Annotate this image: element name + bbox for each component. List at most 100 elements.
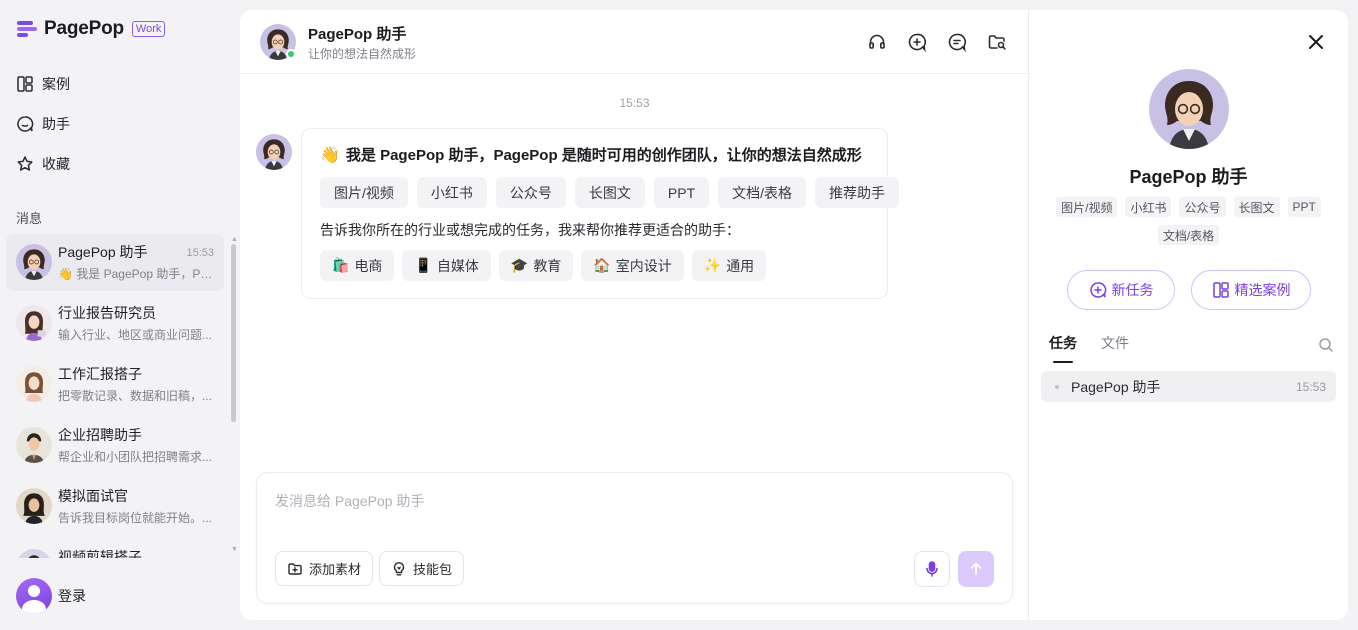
sidebar: PagePop Work 案例 助手 收藏 消息 PagePop 助手 15:5… — [0, 0, 240, 630]
task-name: PagePop 助手 — [1071, 378, 1161, 395]
headset-icon[interactable] — [865, 30, 889, 54]
industry-general[interactable]: ✨ 通用 — [691, 250, 767, 281]
conversation-name: 模拟面试官 — [58, 488, 128, 504]
login-button[interactable]: 登录 — [16, 578, 86, 614]
conversation-preview: 输入行业、地区或商业问题... — [58, 328, 213, 342]
conversation-name: 行业报告研究员 — [58, 305, 156, 321]
shopping-bags-icon: 🛍️ — [332, 257, 350, 273]
mobile-phone-icon: 📱 — [414, 257, 432, 273]
skill-pack-button[interactable]: 技能包 — [379, 551, 465, 586]
avatar — [16, 488, 52, 524]
message-composer: 添加素材 技能包 — [256, 472, 1013, 604]
chip-images-videos[interactable]: 图片/视频 — [320, 177, 408, 208]
chat-history-icon[interactable] — [945, 30, 969, 54]
industry-chips: 🛍️ 电商 📱 自媒体 🎓 教育 🏠 室内设计 ✨ 通用 — [320, 250, 869, 281]
tag: PPT — [1287, 197, 1321, 217]
conversation-preview: 告诉我目标岗位就能开始。... — [58, 511, 213, 525]
assistant-detail-panel: PagePop 助手 图片/视频 小红书 公众号 长图文 PPT 文档/表格 新… — [1029, 10, 1348, 620]
brand-name: PagePop — [44, 18, 124, 39]
tag: 文档/表格 — [1157, 225, 1220, 245]
conversation-scrollbar[interactable] — [231, 244, 236, 422]
add-material-button[interactable]: 添加素材 — [275, 551, 374, 586]
folder-search-icon[interactable] — [985, 30, 1009, 54]
folder-add-icon — [287, 561, 303, 577]
tab-files[interactable]: 文件 — [1101, 333, 1129, 363]
assistant-message: 👋 我是 PagePop 助手，PagePop 是随时可用的创作团队，让你的想法… — [301, 128, 900, 299]
conversation-item[interactable]: 视频剪辑搭子 — [6, 539, 224, 558]
featured-cases-label: 精选案例 — [1234, 282, 1291, 298]
online-status-dot — [286, 49, 296, 59]
tag: 小红书 — [1125, 197, 1172, 217]
nav-item-cases[interactable]: 案例 — [16, 72, 70, 96]
avatar — [16, 305, 52, 341]
industry-self-media[interactable]: 📱 自媒体 — [402, 250, 491, 281]
layout-icon — [1212, 281, 1230, 299]
close-icon[interactable] — [1306, 32, 1326, 52]
conversation-item[interactable]: 企业招聘助手 帮企业和小团队把招聘需求... — [6, 417, 224, 474]
tag: 长图文 — [1233, 197, 1280, 217]
new-chat-icon[interactable] — [905, 30, 929, 54]
tab-tasks[interactable]: 任务 — [1049, 333, 1077, 363]
sparkles-icon: ✨ — [703, 257, 722, 273]
avatar — [16, 427, 52, 463]
avatar — [16, 549, 52, 558]
nav-item-assistant[interactable]: 助手 — [16, 112, 70, 136]
conversation-list: PagePop 助手 15:53 👋 我是 PagePop 助手，PagePop… — [6, 234, 224, 558]
conversation-item[interactable]: 模拟面试官 告诉我目标岗位就能开始。... — [6, 478, 224, 535]
industry-label: 通用 — [726, 257, 755, 274]
user-avatar-icon — [16, 578, 52, 614]
layout-icon — [16, 75, 34, 93]
assistant-icon — [16, 115, 34, 133]
add-chat-icon — [1089, 281, 1107, 299]
brand[interactable]: PagePop Work — [16, 18, 166, 40]
microphone-icon — [923, 560, 941, 578]
skill-pack-label: 技能包 — [413, 562, 453, 577]
chat-title: PagePop 助手 — [308, 26, 407, 43]
new-task-label: 新任务 — [1111, 282, 1154, 298]
tag: 图片/视频 — [1056, 197, 1118, 217]
messages-heading: 消息 — [16, 211, 43, 226]
avatar — [16, 366, 52, 402]
industry-interior-design[interactable]: 🏠 室内设计 — [581, 250, 684, 281]
nav-item-favorites[interactable]: 收藏 — [16, 152, 70, 176]
chip-ppt[interactable]: PPT — [653, 177, 710, 208]
featured-cases-button[interactable]: 精选案例 — [1191, 270, 1311, 310]
chip-recommend-assistant[interactable]: 推荐助手 — [815, 177, 900, 208]
assistant-avatar — [1149, 69, 1229, 149]
scroll-down-icon[interactable]: ▼ — [231, 546, 238, 553]
waving-hand-icon: 👋 — [320, 146, 340, 164]
chat-subtitle: 让你的想法自然成形 — [308, 47, 417, 61]
message-timestamp: 15:53 — [619, 96, 650, 110]
greeting-message: 我是 PagePop 助手，PagePop 是随时可用的创作团队，让你的想法自然… — [345, 147, 862, 164]
conversation-preview: 帮企业和小团队把招聘需求... — [58, 450, 213, 464]
industry-label: 自媒体 — [436, 257, 479, 274]
conversation-item[interactable]: 行业报告研究员 输入行业、地区或商业问题... — [6, 295, 224, 352]
greeting-text: 👋 我是 PagePop 助手，PagePop 是随时可用的创作团队，让你的想法… — [320, 144, 869, 165]
task-item[interactable]: PagePop 助手 15:53 — [1041, 371, 1336, 402]
conversation-item[interactable]: PagePop 助手 15:53 👋 我是 PagePop 助手，PagePop… — [6, 234, 224, 291]
login-label: 登录 — [58, 588, 86, 604]
conversation-item[interactable]: 工作汇报搭子 把零散记录、数据和旧稿，... — [6, 356, 224, 413]
conversation-preview: 把零散记录、数据和旧稿，... — [58, 389, 213, 403]
search-icon[interactable] — [1318, 337, 1334, 353]
scroll-up-icon[interactable]: ▲ — [231, 236, 238, 243]
chip-docs-sheets[interactable]: 文档/表格 — [718, 177, 807, 208]
industry-label: 电商 — [354, 257, 383, 274]
industry-label: 教育 — [533, 257, 562, 274]
new-task-button[interactable]: 新任务 — [1067, 270, 1175, 310]
conversation-preview: 👋 我是 PagePop 助手，PagePop 是随时可用的创作团队 — [58, 267, 214, 281]
recommend-hint: 告诉我你所在的行业或想完成的任务，我来帮你推荐更适合的助手： — [320, 222, 740, 238]
voice-input-button[interactable] — [914, 551, 950, 587]
chip-long-article[interactable]: 长图文 — [574, 177, 645, 208]
conversation-name: 工作汇报搭子 — [58, 366, 142, 382]
nav-label: 案例 — [42, 76, 70, 92]
industry-education[interactable]: 🎓 教育 — [498, 250, 574, 281]
send-button[interactable] — [958, 551, 994, 587]
chip-xiaohongshu[interactable]: 小红书 — [416, 177, 487, 208]
graduation-cap-icon: 🎓 — [510, 257, 529, 273]
message-input[interactable] — [275, 493, 975, 509]
chip-wechat-account[interactable]: 公众号 — [495, 177, 566, 208]
industry-ecommerce[interactable]: 🛍️ 电商 — [320, 250, 395, 281]
nav-label: 收藏 — [42, 156, 70, 172]
conversation-name: 企业招聘助手 — [58, 427, 142, 443]
